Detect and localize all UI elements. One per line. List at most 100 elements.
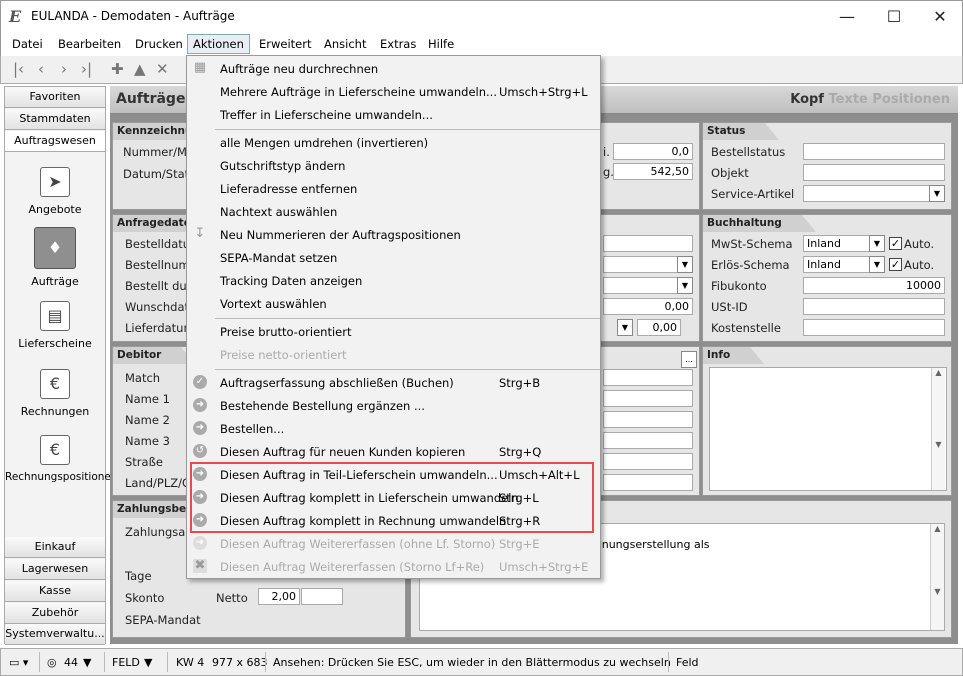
- up-icon[interactable]: ▲: [134, 60, 146, 78]
- scrollbar[interactable]: ▲ ▼: [930, 524, 944, 630]
- field[interactable]: [603, 411, 693, 428]
- nav-item-angebote[interactable]: ➤ Angebote: [5, 167, 105, 216]
- nav-auftragswesen[interactable]: Auftragswesen: [5, 131, 105, 152]
- prev-record-icon[interactable]: ‹: [38, 60, 44, 78]
- skonto-field[interactable]: 2,00: [258, 588, 300, 605]
- menu-drucken[interactable]: Drucken: [135, 37, 183, 51]
- nav-item-rechnungspositionen[interactable]: € Rechnungspositionen: [5, 435, 118, 484]
- label-name2: Name 2: [125, 413, 170, 427]
- arrow-circle-icon: ➜: [193, 421, 207, 435]
- nav-kasse[interactable]: Kasse: [5, 581, 105, 602]
- menu-item[interactable]: ↧ Neu Nummerieren der Auftragspositionen: [187, 224, 600, 246]
- menu-aktionen[interactable]: Aktionen: [187, 34, 250, 54]
- label-fibukonto: Fibukonto: [711, 279, 767, 293]
- menu-item[interactable]: SEPA-Mandat setzen: [187, 247, 600, 269]
- menu-item[interactable]: ✓ Auftragserfassung abschließen (Buchen) S…: [187, 372, 600, 394]
- menu-datei[interactable]: Datei: [12, 37, 43, 51]
- menu-item[interactable]: ➜ Bestellen...: [187, 418, 600, 440]
- kostenstelle-field[interactable]: [803, 319, 945, 336]
- chevron-down-icon[interactable]: ▼: [83, 656, 91, 669]
- menu-item[interactable]: ↺ Diesen Auftrag für neuen Kunden kopiere…: [187, 441, 600, 463]
- label-zahlungsart: Zahlungsar: [125, 525, 191, 539]
- field[interactable]: [301, 588, 343, 605]
- close-icon[interactable]: ✕: [917, 1, 963, 33]
- menu-ansicht[interactable]: Ansicht: [324, 37, 366, 51]
- nav-stammdaten[interactable]: Stammdaten: [5, 109, 105, 130]
- panel-title: Debitor: [113, 347, 196, 364]
- nav-einkauf[interactable]: Einkauf: [5, 537, 105, 558]
- menu-extras[interactable]: Extras: [380, 37, 416, 51]
- nav-item-lieferscheine[interactable]: ▤ Lieferscheine: [5, 301, 105, 350]
- menu-item-label: Bestellen...: [220, 422, 285, 436]
- chevron-down-icon[interactable]: ▼: [869, 235, 885, 252]
- nav-systemverwaltung[interactable]: Systemverwaltu...: [5, 624, 105, 645]
- first-record-icon[interactable]: |‹: [13, 60, 24, 78]
- menu-item[interactable]: Mehrere Aufträge in Lieferscheine umwand…: [187, 81, 600, 103]
- menu-hilfe[interactable]: Hilfe: [428, 37, 454, 51]
- window-icon[interactable]: ▭ ▾: [9, 656, 28, 669]
- menu-bearbeiten[interactable]: Bearbeiten: [58, 37, 121, 51]
- auto-checkbox[interactable]: ✓: [889, 237, 902, 250]
- zoom-level[interactable]: 44: [64, 656, 78, 669]
- delete-icon[interactable]: ✕: [156, 60, 169, 78]
- scrollbar[interactable]: ▲ ▼: [931, 368, 945, 490]
- field[interactable]: [603, 453, 693, 470]
- menu-item[interactable]: Vortext auswählen: [187, 293, 600, 315]
- chevron-down-icon[interactable]: ▼: [677, 277, 693, 294]
- panel-info: Info ▲ ▼: [702, 346, 952, 496]
- panel-buchhaltung: Buchhaltung MwSt-Schema Erlös-Schema Fib…: [702, 214, 952, 342]
- status-bar: ▭ ▾ ◎ 44 ▼ FELD ▼ KW 4 977 x 683 Ansehen…: [0, 648, 963, 676]
- label-tage: Tage: [125, 569, 152, 583]
- menu-item[interactable]: Preise brutto-orientiert: [187, 321, 600, 343]
- nav-item-auftraege[interactable]: ♦ Aufträge: [5, 227, 105, 288]
- nav-favoriten[interactable]: Favoriten: [5, 87, 105, 108]
- last-record-icon[interactable]: ›|: [81, 60, 92, 78]
- field[interactable]: [603, 390, 693, 407]
- auto-checkbox[interactable]: ✓: [889, 258, 902, 271]
- menu-item-label: Nachtext auswählen: [220, 205, 338, 219]
- menu-item[interactable]: Gutschriftstyp ändern: [187, 155, 600, 177]
- menu-item[interactable]: ➜ Bestehende Bestellung ergänzen ...: [187, 395, 600, 417]
- field-value[interactable]: 0,0: [613, 143, 693, 160]
- maximize-icon[interactable]: ☐: [871, 1, 917, 33]
- field-value[interactable]: 542,50: [613, 163, 693, 180]
- minimize-icon[interactable]: —: [824, 1, 870, 33]
- add-icon[interactable]: ✚: [111, 60, 124, 78]
- bestellstatus-field[interactable]: [803, 143, 945, 160]
- chevron-down-icon[interactable]: ▼: [869, 256, 885, 273]
- chevron-down-icon[interactable]: ▼: [144, 656, 152, 669]
- menu-item[interactable]: Tracking Daten anzeigen: [187, 270, 600, 292]
- nav-zubehoer[interactable]: Zubehör: [5, 603, 105, 624]
- field-value[interactable]: 0,00: [603, 298, 693, 315]
- mode-indicator[interactable]: FELD: [112, 656, 140, 669]
- chevron-down-icon[interactable]: ▼: [677, 256, 693, 273]
- menu-item[interactable]: Treffer in Lieferscheine umwandeln...: [187, 104, 600, 126]
- tab-positionen[interactable]: Positionen: [872, 92, 950, 107]
- field[interactable]: [603, 474, 693, 491]
- field[interactable]: [603, 369, 693, 386]
- next-record-icon[interactable]: ›: [61, 60, 67, 78]
- field[interactable]: [603, 432, 693, 449]
- label-skonto: Skonto: [125, 591, 165, 605]
- tab-kopf[interactable]: Kopf: [790, 92, 824, 107]
- ust-id-field[interactable]: [803, 298, 945, 315]
- menu-item[interactable]: alle Mengen umdrehen (invertieren): [187, 132, 600, 154]
- nav-lagerwesen[interactable]: Lagerwesen: [5, 559, 105, 580]
- menu-item[interactable]: Lieferadresse entfernen: [187, 178, 600, 200]
- field[interactable]: [603, 235, 693, 252]
- tab-texte[interactable]: Texte: [829, 92, 868, 107]
- chevron-down-icon[interactable]: ▼: [617, 319, 633, 336]
- fibukonto-field[interactable]: 10000: [803, 277, 945, 294]
- status-hint: Ansehen: Drücken Sie ESC, um wieder in d…: [273, 656, 671, 669]
- more-icon[interactable]: ...: [681, 351, 697, 368]
- field-value[interactable]: 0,00: [637, 319, 681, 336]
- chevron-down-icon[interactable]: ▼: [929, 185, 945, 202]
- menu-item-label: Diesen Auftrag Weitererfassen (Storno Lf…: [220, 560, 485, 574]
- objekt-field[interactable]: [803, 164, 945, 181]
- menu-item[interactable]: Nachtext auswählen: [187, 201, 600, 223]
- service-artikel-field[interactable]: [803, 185, 945, 202]
- info-textarea[interactable]: [709, 367, 947, 491]
- menu-item[interactable]: ▦ Aufträge neu durchrechnen: [187, 58, 600, 80]
- nav-item-rechnungen[interactable]: € Rechnungen: [5, 369, 105, 418]
- menu-erweitert[interactable]: Erweitert: [259, 37, 312, 51]
